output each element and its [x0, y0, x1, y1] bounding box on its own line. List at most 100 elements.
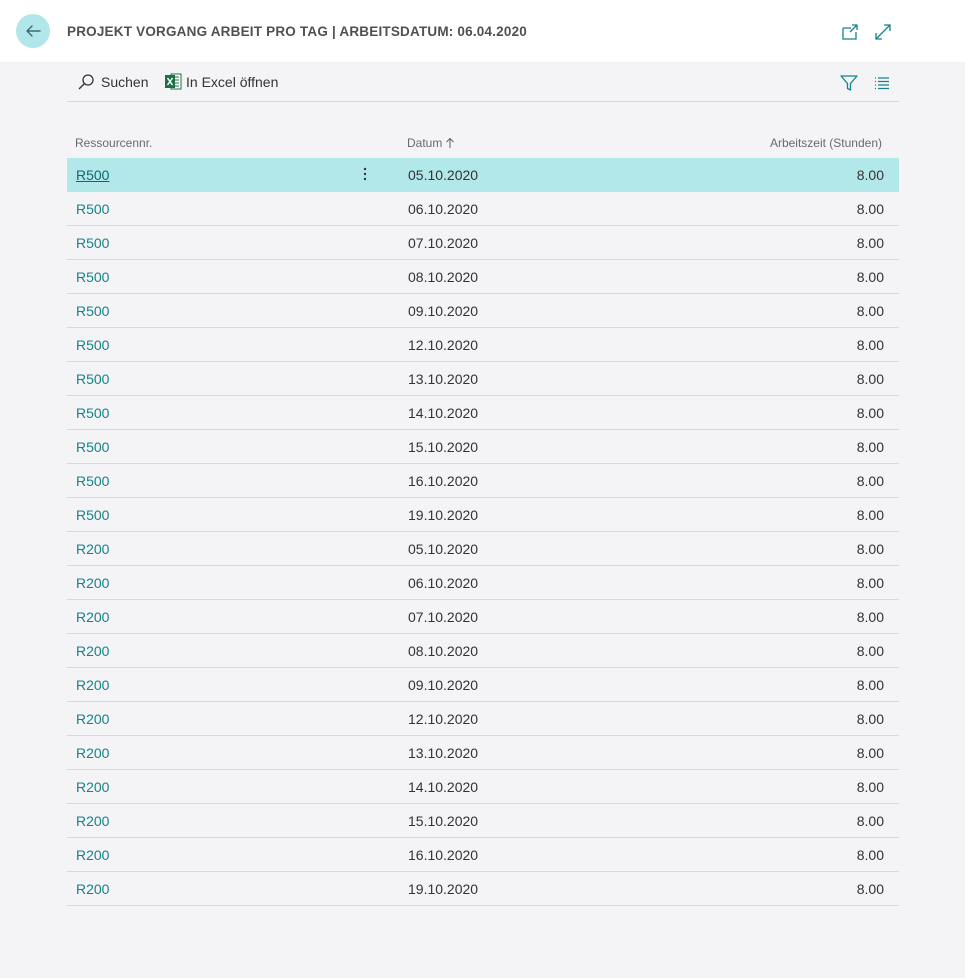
hours-cell: 8.00 [856, 405, 884, 421]
date-cell: 09.10.2020 [408, 677, 479, 693]
resource-link[interactable]: R200 [76, 813, 109, 829]
search-button[interactable]: Suchen [77, 73, 148, 91]
resource-link[interactable]: R500 [76, 405, 109, 421]
resource-link[interactable]: R500 [76, 303, 109, 319]
hours-cell: 8.00 [856, 439, 884, 455]
date-cell: 12.10.2020 [408, 337, 479, 353]
table-row[interactable]: R500 14.10.2020 8.00 [67, 396, 899, 430]
more-vertical-icon[interactable] [355, 164, 375, 184]
resource-link[interactable]: R200 [76, 677, 109, 693]
list-view-icon[interactable] [872, 73, 892, 93]
date-cell: 05.10.2020 [408, 541, 479, 557]
table-row[interactable]: R200 16.10.2020 8.00 [67, 838, 899, 872]
back-button[interactable] [16, 14, 50, 48]
resource-link[interactable]: R500 [76, 473, 109, 489]
table-row[interactable]: R200 08.10.2020 8.00 [67, 634, 899, 668]
resource-link[interactable]: R200 [76, 711, 109, 727]
open-in-excel-button[interactable]: In Excel öffnen [165, 73, 278, 90]
table-row[interactable]: R200 12.10.2020 8.00 [67, 702, 899, 736]
date-cell: 07.10.2020 [408, 609, 479, 625]
resource-link[interactable]: R200 [76, 881, 109, 897]
hours-cell: 8.00 [856, 541, 884, 557]
column-header-date-label: Datum [407, 136, 443, 150]
table-row[interactable]: R500 19.10.2020 8.00 [67, 498, 899, 532]
data-grid: R500 05.10.2020 8.00 R500 06.10.2020 8.00 R500… [67, 158, 899, 906]
resource-link[interactable]: R500 [76, 167, 109, 183]
column-header-date[interactable]: Datum [407, 136, 455, 150]
table-row[interactable]: R500 16.10.2020 8.00 [67, 464, 899, 498]
date-cell: 12.10.2020 [408, 711, 479, 727]
table-row[interactable]: R500 09.10.2020 8.00 [67, 294, 899, 328]
action-bar: Suchen In Excel öffnen [67, 64, 899, 102]
date-cell: 09.10.2020 [408, 303, 479, 319]
table-row[interactable]: R200 09.10.2020 8.00 [67, 668, 899, 702]
resource-link[interactable]: R200 [76, 779, 109, 795]
resource-link[interactable]: R200 [76, 847, 109, 863]
resource-link[interactable]: R500 [76, 371, 109, 387]
table-row[interactable]: R500 15.10.2020 8.00 [67, 430, 899, 464]
resource-link[interactable]: R500 [76, 507, 109, 523]
expand-icon[interactable] [873, 22, 893, 42]
hours-cell: 8.00 [856, 609, 884, 625]
date-cell: 15.10.2020 [408, 439, 479, 455]
resource-link[interactable]: R200 [76, 541, 109, 557]
table-row[interactable]: R200 13.10.2020 8.00 [67, 736, 899, 770]
date-cell: 06.10.2020 [408, 575, 479, 591]
resource-link[interactable]: R500 [76, 201, 109, 217]
date-cell: 19.10.2020 [408, 881, 479, 897]
table-row[interactable]: R200 06.10.2020 8.00 [67, 566, 899, 600]
resource-link[interactable]: R200 [76, 745, 109, 761]
resource-link[interactable]: R200 [76, 609, 109, 625]
search-icon [78, 74, 94, 90]
resource-link[interactable]: R200 [76, 575, 109, 591]
date-cell: 08.10.2020 [408, 269, 479, 285]
hours-cell: 8.00 [856, 201, 884, 217]
column-header-resource[interactable]: Ressourcennr. [75, 136, 152, 150]
sort-ascending-icon [446, 137, 455, 148]
resource-link[interactable]: R500 [76, 235, 109, 251]
hours-cell: 8.00 [856, 711, 884, 727]
table-row[interactable]: R500 08.10.2020 8.00 [67, 260, 899, 294]
table-row[interactable]: R500 06.10.2020 8.00 [67, 192, 899, 226]
resource-link[interactable]: R500 [76, 337, 109, 353]
table-row[interactable]: R500 12.10.2020 8.00 [67, 328, 899, 362]
resource-link[interactable]: R200 [76, 643, 109, 659]
hours-cell: 8.00 [856, 507, 884, 523]
date-cell: 14.10.2020 [408, 779, 479, 795]
resource-link[interactable]: R500 [76, 439, 109, 455]
date-cell: 05.10.2020 [408, 167, 479, 183]
excel-icon [165, 73, 182, 90]
table-row[interactable]: R500 07.10.2020 8.00 [67, 226, 899, 260]
date-cell: 15.10.2020 [408, 813, 479, 829]
table-row[interactable]: R200 14.10.2020 8.00 [67, 770, 899, 804]
pop-out-icon[interactable] [840, 22, 860, 42]
date-cell: 16.10.2020 [408, 847, 479, 863]
excel-label: In Excel öffnen [186, 73, 279, 90]
hours-cell: 8.00 [856, 881, 884, 897]
table-row[interactable]: R200 15.10.2020 8.00 [67, 804, 899, 838]
arrow-left-icon [26, 25, 41, 37]
column-header-hours[interactable]: Arbeitszeit (Stunden) [770, 136, 882, 150]
hours-cell: 8.00 [856, 677, 884, 693]
date-cell: 14.10.2020 [408, 405, 479, 421]
hours-cell: 8.00 [856, 575, 884, 591]
hours-cell: 8.00 [856, 303, 884, 319]
resource-link[interactable]: R500 [76, 269, 109, 285]
hours-cell: 8.00 [856, 473, 884, 489]
hours-cell: 8.00 [856, 371, 884, 387]
hours-cell: 8.00 [856, 745, 884, 761]
hours-cell: 8.00 [856, 235, 884, 251]
date-cell: 13.10.2020 [408, 371, 479, 387]
page-header: PROJEKT VORGANG ARBEIT PRO TAG | ARBEITS… [0, 0, 965, 62]
hours-cell: 8.00 [856, 337, 884, 353]
hours-cell: 8.00 [856, 167, 884, 183]
table-row[interactable]: R200 07.10.2020 8.00 [67, 600, 899, 634]
table-row[interactable]: R200 05.10.2020 8.00 [67, 532, 899, 566]
filter-icon[interactable] [839, 73, 859, 93]
date-cell: 16.10.2020 [408, 473, 479, 489]
date-cell: 19.10.2020 [408, 507, 479, 523]
table-row[interactable]: R500 13.10.2020 8.00 [67, 362, 899, 396]
date-cell: 06.10.2020 [408, 201, 479, 217]
table-row[interactable]: R200 19.10.2020 8.00 [67, 872, 899, 906]
table-row[interactable]: R500 05.10.2020 8.00 [67, 158, 899, 192]
